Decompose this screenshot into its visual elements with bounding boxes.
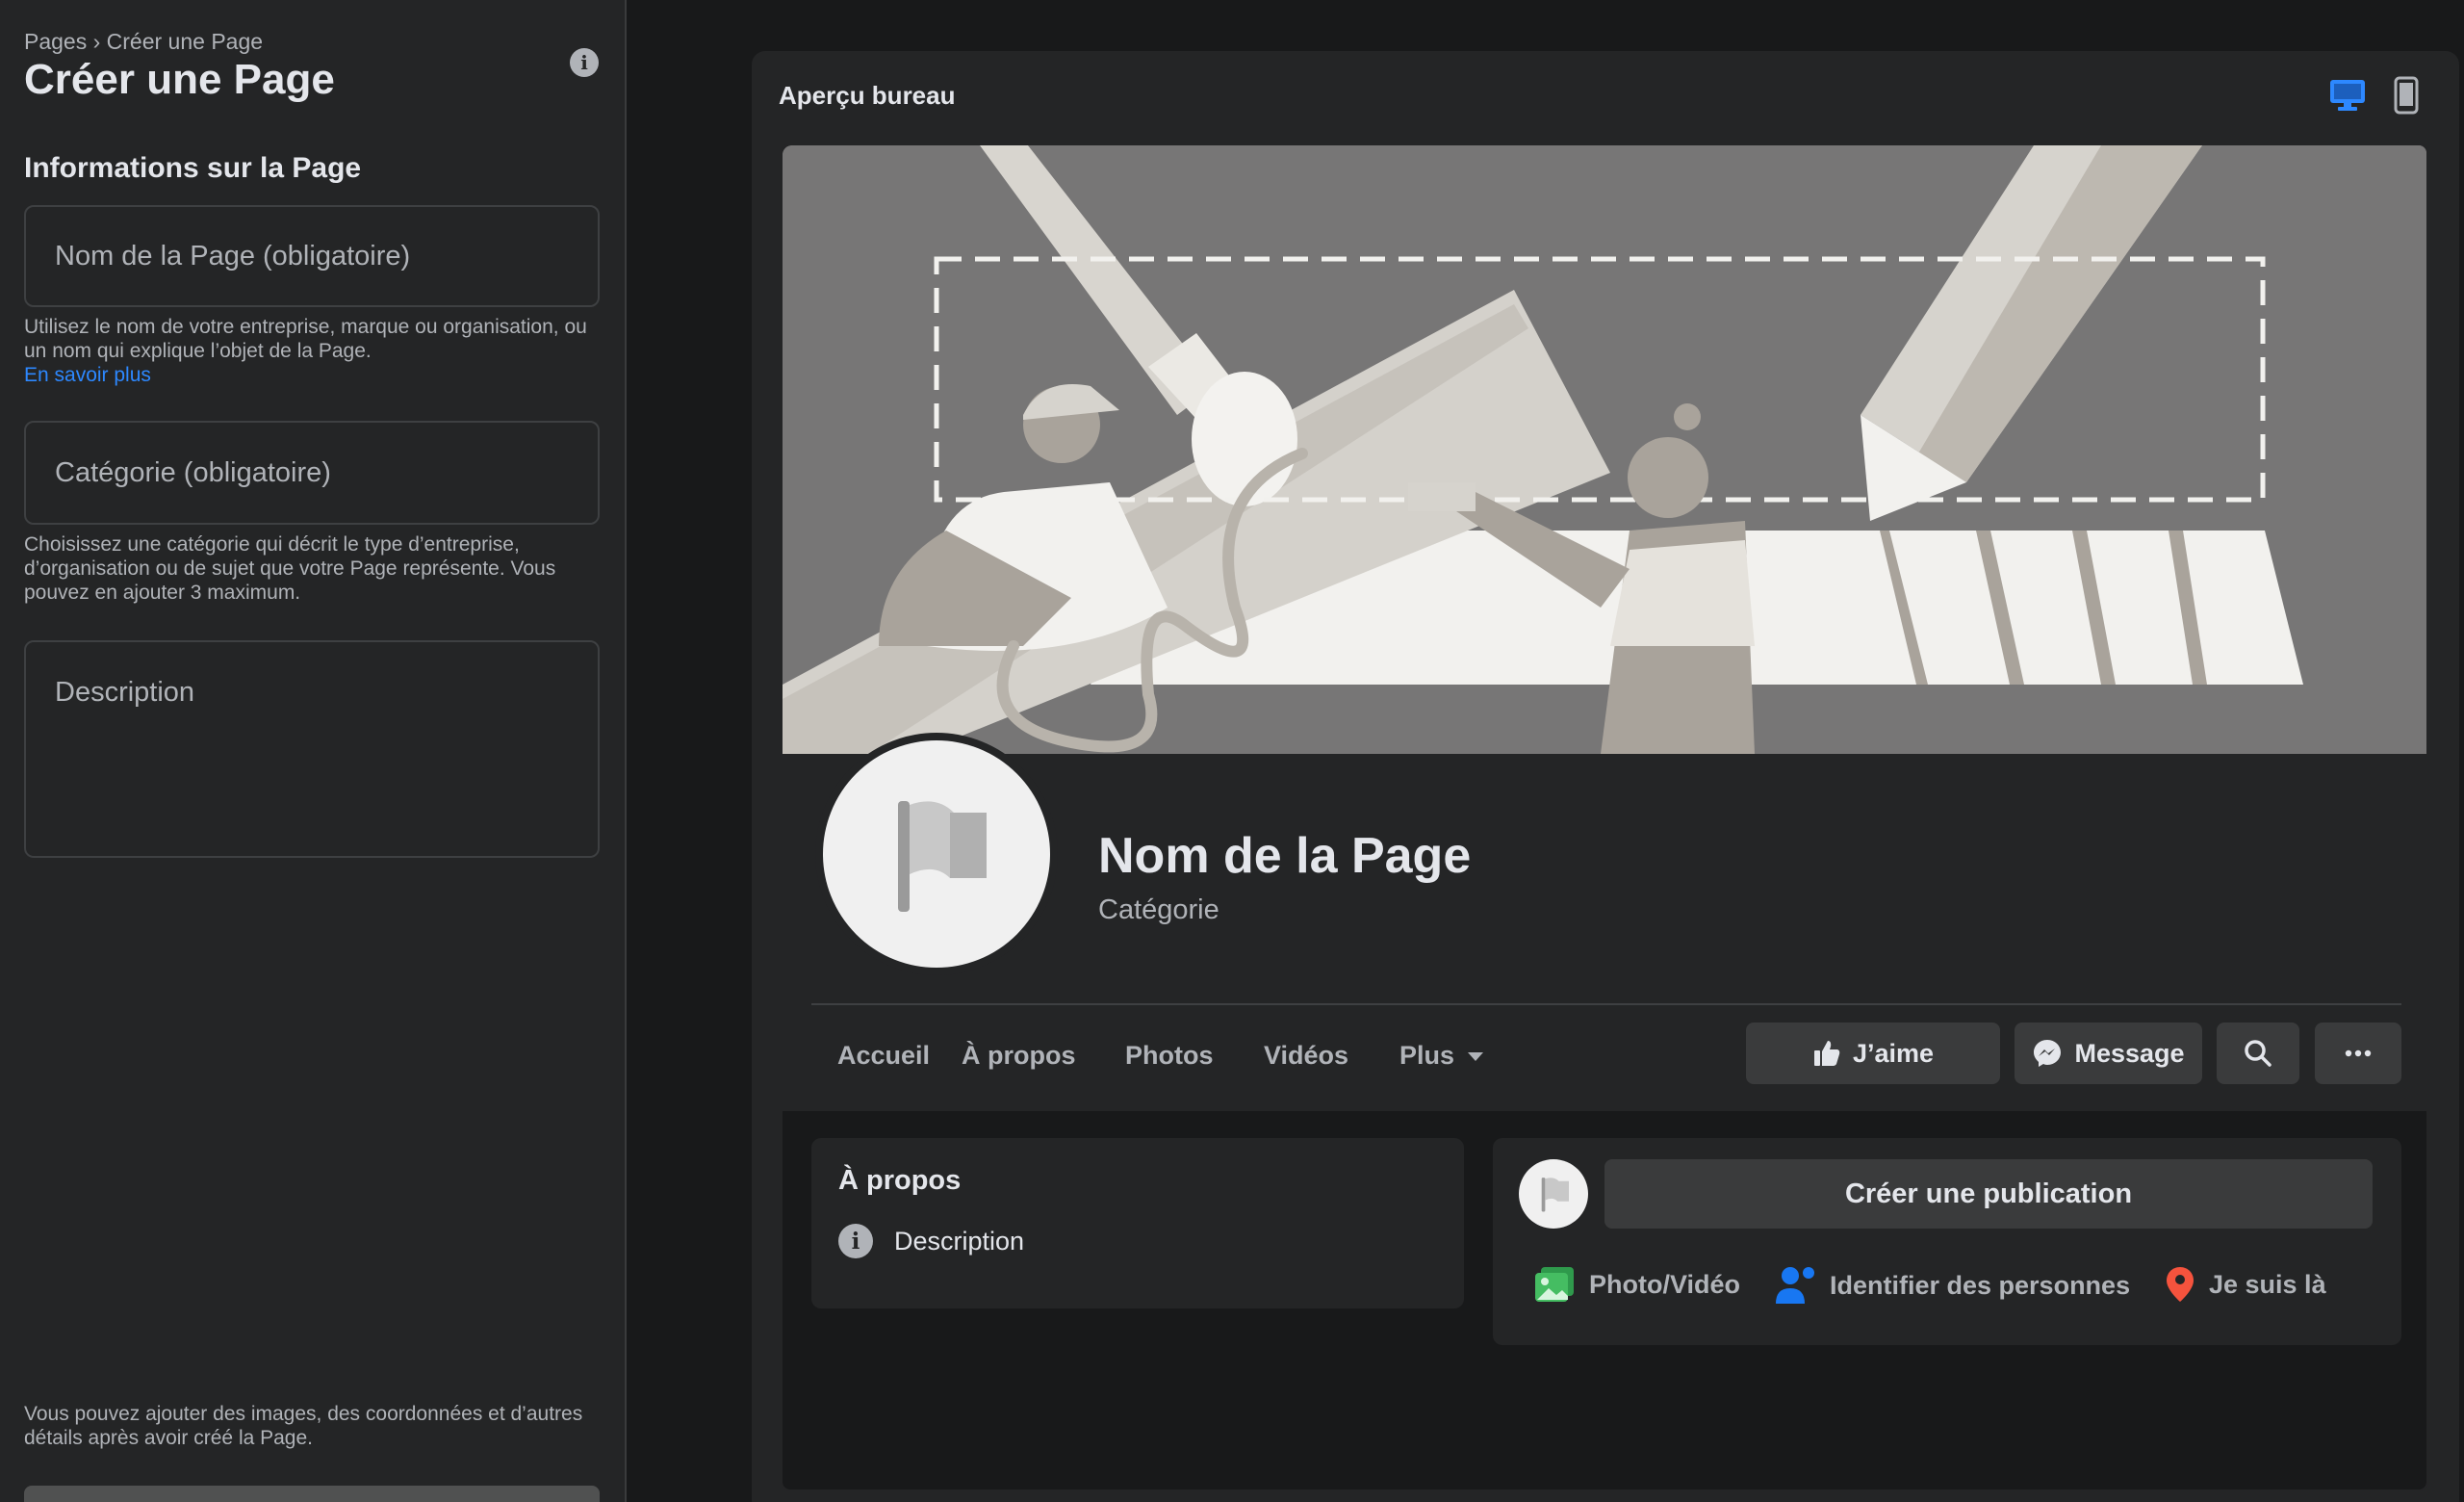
- page-name-placeholder: Nom de la Page (obligatoire): [55, 241, 411, 272]
- info-icon: i: [838, 1224, 873, 1258]
- tab-about[interactable]: À propos: [962, 1041, 1076, 1071]
- cover-illustration: [783, 145, 2426, 754]
- create-page-sidebar: Pages › Créer une Page Créer une Page i …: [0, 0, 627, 1502]
- desktop-preview-panel: Aperçu bureau Nom de la Page Catégorie A…: [752, 51, 2459, 1502]
- info-icon[interactable]: i: [570, 48, 599, 77]
- about-card: À propos i Description: [811, 1138, 1464, 1308]
- tag-people-button[interactable]: Identifier des personnes: [1774, 1265, 2130, 1306]
- like-label: J’aime: [1852, 1038, 1935, 1068]
- page-header: Nom de la Page Catégorie Accueil À propo…: [783, 145, 2426, 1111]
- messenger-icon: [2034, 1040, 2062, 1067]
- page-name: Nom de la Page: [1098, 828, 1472, 884]
- check-in-button[interactable]: Je suis là: [2165, 1265, 2326, 1304]
- message-label: Message: [2074, 1038, 2185, 1068]
- photo-video-label: Photo/Vidéo: [1589, 1269, 1741, 1299]
- create-post-button[interactable]: Créer une publication: [1604, 1159, 2373, 1229]
- cover-photo: [783, 145, 2426, 754]
- preview-title: Aperçu bureau: [779, 81, 956, 110]
- avatar: [1519, 1159, 1588, 1229]
- page-preview: Nom de la Page Catégorie Accueil À propo…: [781, 143, 2428, 1491]
- learn-more-link[interactable]: En savoir plus: [24, 364, 151, 386]
- about-description: Description: [894, 1227, 1025, 1256]
- tag-people-icon: [1776, 1267, 1814, 1304]
- section-title: Informations sur la Page: [24, 152, 362, 184]
- message-button[interactable]: Message: [2015, 1023, 2202, 1084]
- tab-more-label: Plus: [1399, 1041, 1455, 1070]
- tab-photos[interactable]: Photos: [1125, 1041, 1214, 1071]
- thumbs-up-icon: [1813, 1041, 1840, 1066]
- page-category: Catégorie: [1098, 894, 1219, 925]
- more-icon: [2345, 1049, 2372, 1057]
- description-textarea[interactable]: Description: [24, 640, 600, 858]
- breadcrumb[interactable]: Pages › Créer une Page: [24, 29, 263, 55]
- category-hint: Choisissez une catégorie qui décrit le t…: [24, 533, 556, 604]
- flag-icon: [1541, 1178, 1569, 1212]
- category-input[interactable]: Catégorie (obligatoire): [24, 421, 600, 525]
- tab-more[interactable]: Plus: [1399, 1041, 1484, 1071]
- tag-people-label: Identifier des personnes: [1830, 1270, 2131, 1300]
- like-button[interactable]: J’aime: [1746, 1023, 2000, 1084]
- photo-video-button[interactable]: Photo/Vidéo: [1533, 1265, 1740, 1304]
- caret-down-icon: [1468, 1052, 1484, 1062]
- desktop-icon[interactable]: [2328, 78, 2367, 113]
- description-placeholder: Description: [55, 677, 195, 708]
- flag-icon: [898, 801, 987, 912]
- check-in-label: Je suis là: [2209, 1269, 2326, 1299]
- location-pin-icon: [2167, 1267, 2194, 1302]
- page-name-input[interactable]: Nom de la Page (obligatoire): [24, 205, 600, 307]
- search-button[interactable]: [2217, 1023, 2299, 1084]
- create-post-card: Créer une publication Photo/Vidéo Identi…: [1493, 1138, 2401, 1345]
- page-title: Créer une Page: [24, 56, 335, 103]
- about-card-title: À propos: [838, 1165, 962, 1196]
- search-icon: [2245, 1040, 2272, 1067]
- category-placeholder: Catégorie (obligatoire): [55, 457, 331, 488]
- header-divider: [811, 1003, 2401, 1005]
- page-name-hint-text: Utilisez le nom de votre entreprise, mar…: [24, 316, 587, 362]
- tab-home[interactable]: Accueil: [837, 1041, 930, 1071]
- footer-note: Vous pouvez ajouter des images, des coor…: [24, 1403, 583, 1449]
- create-page-button[interactable]: [24, 1486, 600, 1502]
- mobile-icon[interactable]: [2394, 76, 2419, 115]
- page-name-hint: Utilisez le nom de votre entreprise, mar…: [24, 315, 602, 387]
- tab-videos[interactable]: Vidéos: [1264, 1041, 1348, 1071]
- more-options-button[interactable]: [2315, 1023, 2401, 1084]
- photo-icon: [1535, 1267, 1574, 1302]
- page-avatar[interactable]: [815, 733, 1058, 975]
